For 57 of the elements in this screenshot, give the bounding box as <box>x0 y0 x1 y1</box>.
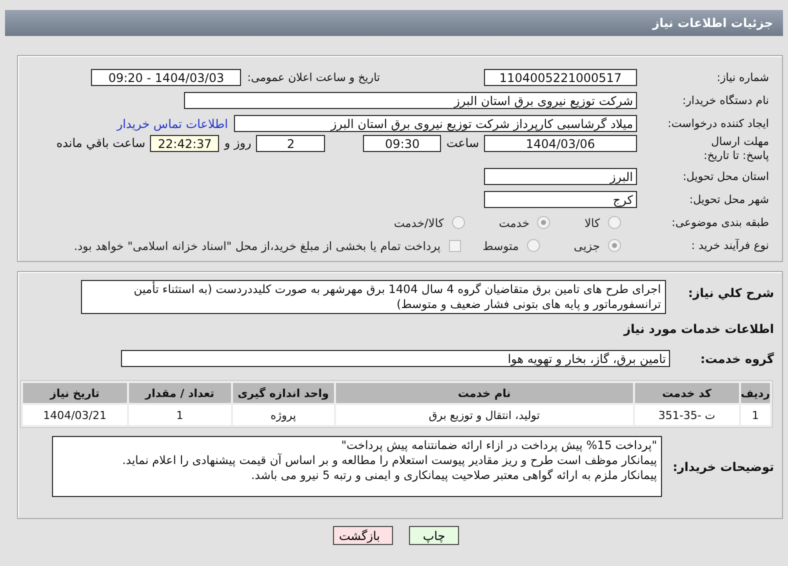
column-header: واحد اندازه گیری <box>232 383 334 403</box>
field-label: تاریخ و ساعت اعلان عمومی: <box>247 71 380 84</box>
field-label: نام دستگاه خریدار: <box>681 94 770 107</box>
service-group-field[interactable]: تامین برق، گاز، بخار و تهویه هوا <box>121 350 670 367</box>
page-title: جزئیات اطلاعات نیاز <box>652 16 773 30</box>
column-header: نام خدمت <box>336 383 633 403</box>
radio-button[interactable] <box>526 239 540 252</box>
field-label: گروه خدمت: <box>699 352 775 366</box>
field-label: شرح کلي نیاز: <box>687 285 775 300</box>
section-heading: اطلاعات خدمات مورد نیاز <box>624 322 775 336</box>
field-label: شماره نیاز: <box>716 71 770 84</box>
buyer-field[interactable]: شرکت توزیع نیروی برق استان البرز <box>184 92 637 109</box>
remaining-time-field: 22:42:37 <box>150 135 220 152</box>
quantity-cell: 1 <box>128 405 231 425</box>
announce-date-field[interactable]: 1404/03/03 - 09:20 <box>91 69 242 86</box>
checkbox[interactable] <box>448 240 461 252</box>
city-field[interactable]: کرج <box>484 191 637 208</box>
radio-label: جزیی <box>574 238 600 252</box>
field-label: شهر محل تحویل: <box>688 193 770 206</box>
column-header: تاریخ نیاز <box>22 383 127 403</box>
days-field[interactable]: 2 <box>256 135 326 152</box>
column-header: کد خدمت <box>634 383 739 403</box>
field-label: استان محل تحویل: <box>682 170 770 183</box>
field-label: ایجاد کننده درخواست: <box>666 117 770 130</box>
field-label: توضیحات خریدار: <box>672 459 775 474</box>
radio-label: خدمت <box>498 216 530 230</box>
unit-cell: پروژه <box>232 405 334 425</box>
radio-button[interactable] <box>608 239 621 252</box>
days-label: روز و <box>224 135 252 152</box>
back-button[interactable]: بازگشت <box>333 526 393 545</box>
need-number-field[interactable]: 1104005221000517 <box>484 69 637 86</box>
remaining-label: ساعت باقي مانده <box>56 135 146 152</box>
radio-label: متوسط <box>482 238 519 252</box>
radio-label: کالا <box>584 216 600 230</box>
deadline-time-field[interactable]: 09:30 <box>363 135 442 152</box>
radio-button[interactable] <box>537 216 550 229</box>
field-label: نوع فرآیند خرید : <box>690 239 770 252</box>
date-cell: 1404/03/21 <box>22 405 127 425</box>
buyer-contact-link[interactable]: اطلاعات تماس خریدار <box>116 116 228 130</box>
time-label: ساعت <box>446 135 479 152</box>
buyer-notes-box[interactable]: "پرداخت 15% پیش پرداخت در ازاء ارائه ضمانتنامه پیش پرداخت" پیمانکار موظف است طرح و ریز مقادیر پیوست استعلام را مطالعه و بر اساس آن قیمت پیشنهادی را اعلام نماید. پیمانکار ملزم به ارائه گواهی معتبر صلاحیت پیمانکاری و ایمنی و رتبه 5 نیرو می باشد. <box>52 436 662 497</box>
column-header: ردیف <box>740 383 770 403</box>
description-box[interactable]: اجرای طرح های تامین برق متقاضیان گروه 4 سال 1404 برق مهرشهر به صورت کلیددردست (به استثناء تأمین ترانسفورماتور و پایه های بتونی فشار ضعیف و متوسط) <box>81 280 666 314</box>
column-header: تعداد / مقدار <box>128 383 231 403</box>
field-label: طبقه بندی موضوعی: <box>670 216 770 229</box>
creator-field[interactable]: میلاد گرشاسبی کارپرداز شرکت توزیع نیروی برق استان البرز <box>234 115 637 132</box>
field-label: مهلت ارسال پاسخ: تا تاریخ: <box>702 135 770 163</box>
row-number-cell: 1 <box>740 405 770 425</box>
print-button[interactable]: چاپ <box>409 526 459 545</box>
deadline-date-field[interactable]: 1404/03/06 <box>484 135 637 152</box>
service-code-cell: ت -35-351 <box>634 405 739 425</box>
radio-button[interactable] <box>608 216 621 229</box>
province-field[interactable]: البرز <box>484 168 637 185</box>
radio-button[interactable] <box>452 216 465 229</box>
radio-label: کالا/خدمت <box>394 216 444 230</box>
service-name-cell: تولید، انتقال و توزیع برق <box>336 405 633 425</box>
checkbox-label: پرداخت تمام یا بخشی از مبلغ خرید،از محل "اسناد خزانه اسلامی" خواهد بود. <box>74 238 441 252</box>
